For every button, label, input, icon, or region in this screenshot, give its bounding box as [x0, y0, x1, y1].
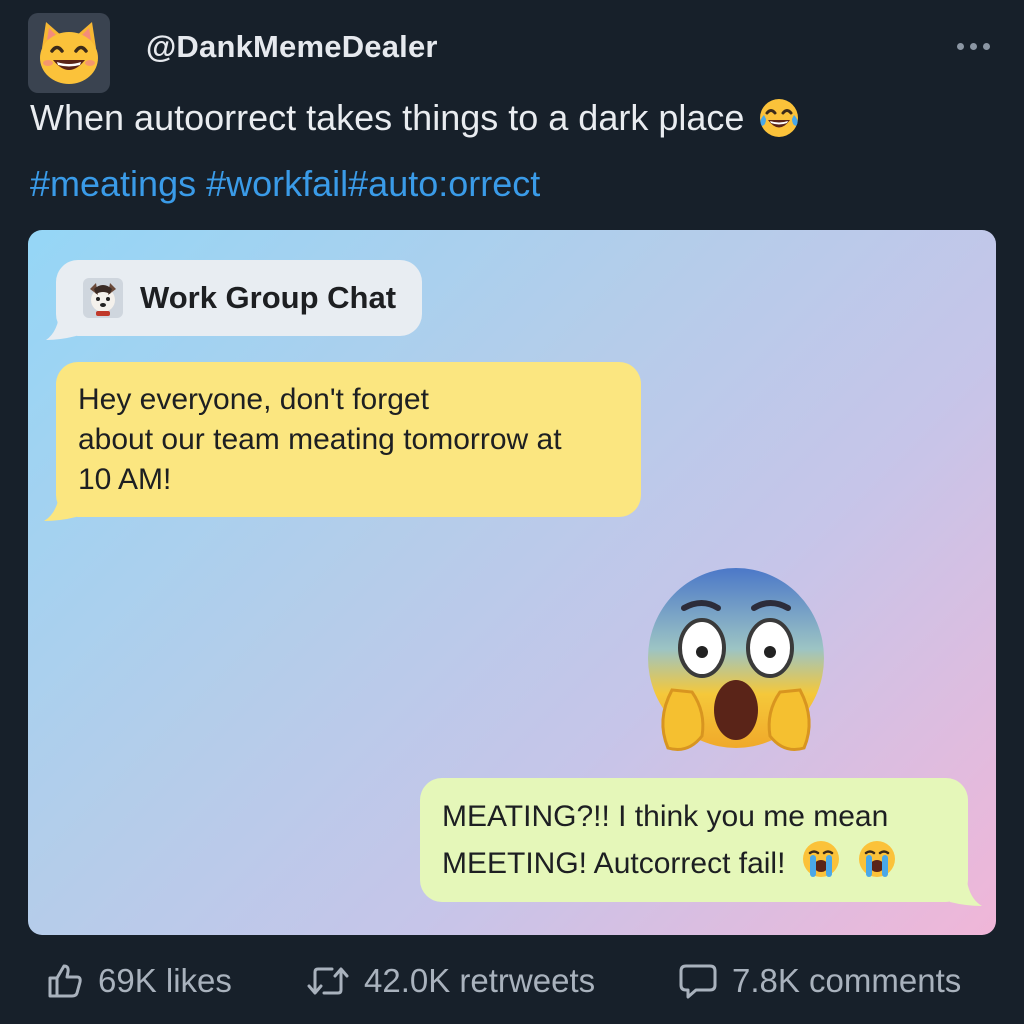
thumbs-up-icon: [46, 962, 84, 1000]
meme-image-card: Work Group Chat Hey everyone, don't forg…: [28, 230, 996, 935]
face-screaming-in-fear-icon: [636, 560, 836, 765]
comment-button[interactable]: 7.8K comments: [678, 962, 961, 1000]
face-with-tears-of-joy-icon: [756, 95, 802, 141]
comment-count: 7.8K comments: [732, 962, 962, 999]
like-count: 69K likes: [98, 962, 232, 999]
post-text-content: When autoorrect takes things to a dark p…: [30, 97, 745, 138]
retweet-count: 42.0K retrweets: [364, 962, 596, 999]
retweet-icon: [306, 962, 350, 1000]
username[interactable]: @DankMemeDealer: [146, 29, 438, 65]
post-header: @DankMemeDealer: [28, 13, 996, 93]
tweet-post: @DankMemeDealer When autoorrect takes th…: [0, 0, 1024, 1024]
hashtags[interactable]: #meatings #workfail#auto:orrect: [30, 160, 540, 208]
chat-title-bubble: Work Group Chat: [46, 260, 423, 340]
grinning-cat-icon: [40, 22, 98, 84]
loudly-crying-face-icon: [800, 838, 842, 880]
chat-title: Work Group Chat: [140, 280, 397, 315]
post-text: When autoorrect takes things to a dark p…: [30, 94, 802, 142]
message-line: 10 AM!: [78, 463, 172, 496]
more-options-icon[interactable]: [957, 43, 990, 50]
message-bubble-autocorrect-reply: MEATING?!! I think you me mean MEETING! …: [420, 778, 982, 906]
message-line: MEETING! Autcorrect fail!: [442, 838, 968, 885]
bubble-tail: [950, 874, 982, 906]
message-line: about our team meating tomorrow at: [78, 423, 562, 456]
retweet-button[interactable]: 42.0K retrweets: [306, 962, 595, 1000]
bubble-tail: [44, 489, 76, 521]
loudly-crying-face-icon: [856, 838, 898, 880]
dog-avatar-icon: [83, 278, 123, 318]
message-line: MEATING?!! I think you me mean: [442, 800, 889, 833]
bubble-tail: [46, 310, 76, 340]
message-line-text: MEETING! Autcorrect fail!: [442, 847, 786, 880]
avatar[interactable]: [28, 13, 110, 93]
comment-bubble-icon: [678, 962, 718, 1000]
message-bubble-meeting-reminder: Hey everyone, don't forget about our tea…: [44, 362, 641, 521]
like-button[interactable]: 69K likes: [46, 962, 232, 1000]
message-line: Hey everyone, don't forget: [78, 383, 429, 416]
post-actions-bar: 69K likes 42.0K retrweets 7.8K comments: [46, 962, 986, 1014]
